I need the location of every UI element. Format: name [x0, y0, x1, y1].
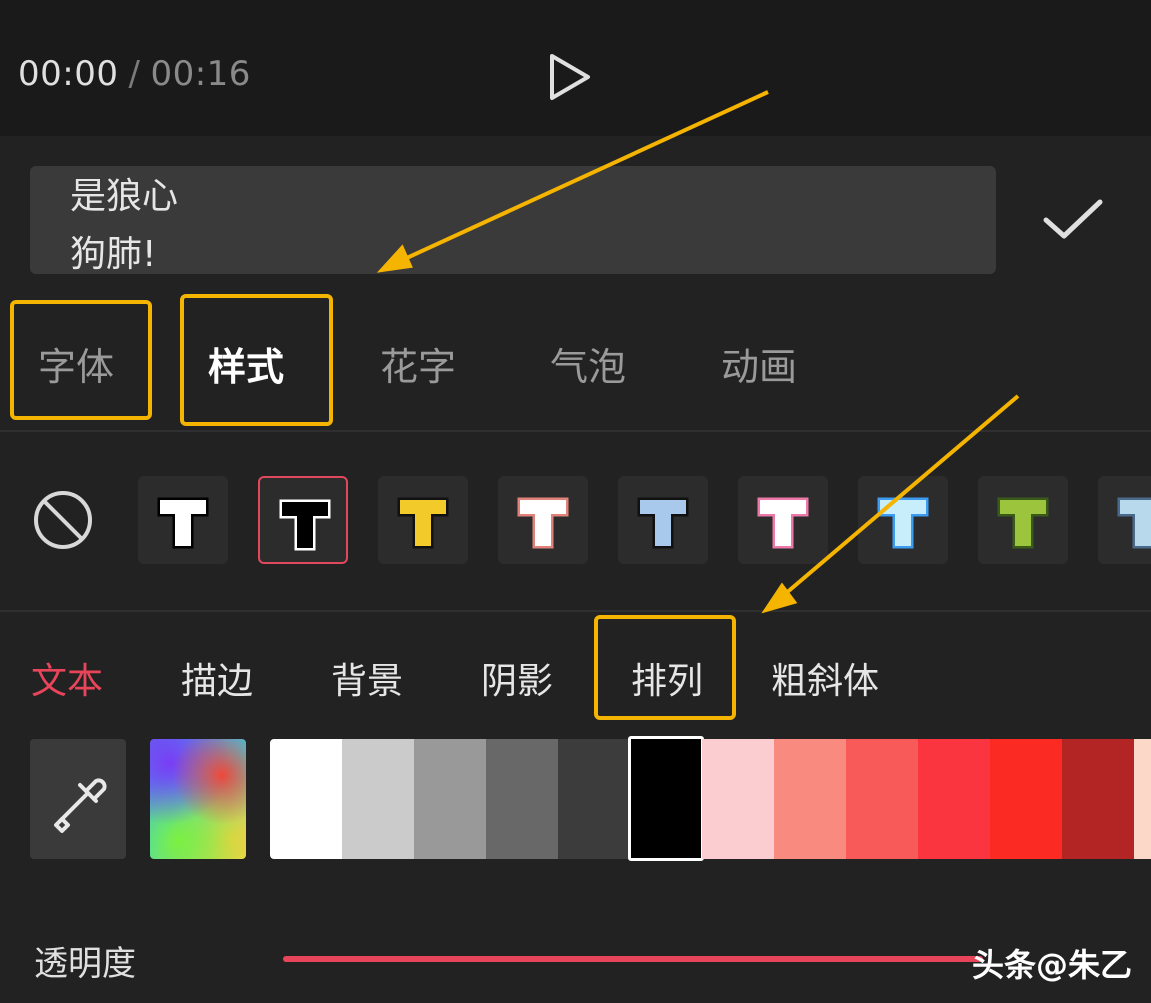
style-preset[interactable] — [618, 476, 708, 564]
color-swatch[interactable] — [918, 739, 990, 859]
tab-style[interactable]: 样式 — [208, 336, 284, 391]
opacity-label: 透明度 — [34, 944, 136, 984]
style-preset[interactable] — [498, 476, 588, 564]
text-line-1: 是狼心 — [70, 176, 179, 217]
t-letter-icon — [997, 497, 1049, 549]
text-line-2: 狗肺! — [70, 234, 157, 275]
t-letter-icon — [1117, 497, 1151, 549]
t-letter-icon — [637, 497, 689, 549]
color-swatch[interactable] — [1062, 739, 1134, 859]
t-letter-icon — [517, 497, 569, 549]
color-swatch[interactable] — [990, 739, 1062, 859]
opacity-slider[interactable] — [283, 956, 983, 962]
color-swatch[interactable] — [414, 739, 486, 859]
subtab-bold-italic[interactable]: 粗斜体 — [771, 652, 879, 704]
style-preset[interactable] — [258, 476, 348, 564]
t-letter-icon — [877, 497, 929, 549]
style-preset[interactable] — [378, 476, 468, 564]
total-time: 00:16 — [150, 54, 251, 94]
style-preset[interactable] — [1098, 476, 1151, 564]
t-letter-icon — [397, 497, 449, 549]
t-letter-icon — [157, 497, 209, 549]
style-preset[interactable] — [858, 476, 948, 564]
color-swatch[interactable] — [846, 739, 918, 859]
confirm-button[interactable] — [1040, 196, 1106, 244]
current-time: 00:00 — [18, 54, 119, 94]
color-swatch[interactable] — [1134, 739, 1151, 859]
play-button[interactable] — [546, 52, 594, 102]
preset-none[interactable] — [32, 489, 94, 551]
color-swatch[interactable] — [774, 739, 846, 859]
annotation-arrowhead-2 — [761, 582, 798, 614]
tab-bubble[interactable]: 气泡 — [550, 336, 626, 391]
t-letter-icon — [757, 497, 809, 549]
t-letter-icon — [279, 499, 331, 551]
time-display: 00:00/00:16 — [18, 54, 251, 94]
style-preset[interactable] — [978, 476, 1068, 564]
subtab-text[interactable]: 文本 — [31, 652, 103, 704]
play-icon — [550, 54, 590, 100]
subtab-background[interactable]: 背景 — [331, 652, 403, 704]
color-swatch[interactable] — [558, 739, 630, 859]
color-swatch[interactable] — [270, 739, 342, 859]
style-preset[interactable] — [738, 476, 828, 564]
color-swatch[interactable] — [486, 739, 558, 859]
watermark: 头条@朱乙 — [972, 946, 1133, 984]
tab-fancy-text[interactable]: 花字 — [380, 336, 456, 391]
eyedropper-icon — [54, 778, 107, 833]
divider — [0, 610, 1151, 612]
color-picker-button[interactable] — [30, 739, 126, 859]
color-swatch[interactable] — [628, 736, 704, 861]
time-separator: / — [128, 54, 141, 94]
no-style-icon — [34, 491, 92, 549]
style-preset[interactable] — [138, 476, 228, 564]
subtab-shadow[interactable]: 阴影 — [481, 652, 553, 704]
custom-color-button[interactable] — [150, 739, 246, 859]
color-swatch[interactable] — [342, 739, 414, 859]
tab-animation[interactable]: 动画 — [721, 336, 797, 391]
color-swatch[interactable] — [702, 739, 774, 859]
divider — [0, 430, 1151, 432]
subtab-arrange[interactable]: 排列 — [631, 652, 703, 704]
subtab-stroke[interactable]: 描边 — [181, 652, 253, 704]
check-icon — [1043, 199, 1103, 239]
tab-font[interactable]: 字体 — [38, 336, 114, 391]
